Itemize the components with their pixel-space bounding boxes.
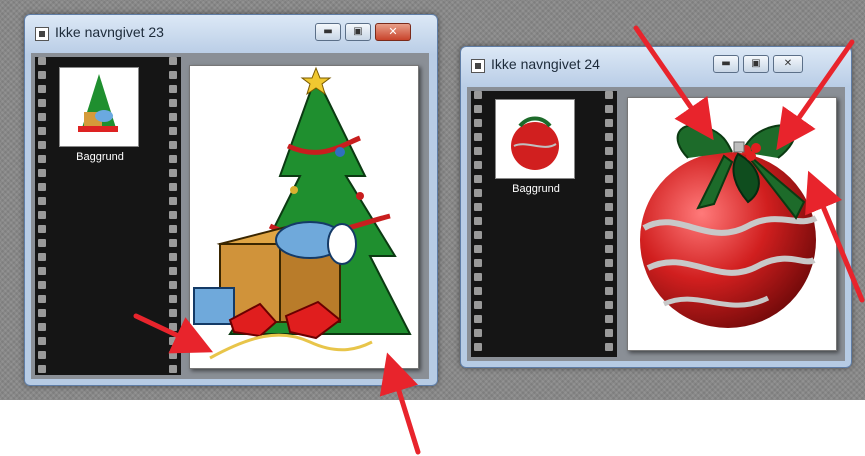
close-icon: ✕ bbox=[388, 25, 398, 38]
close-button[interactable]: ✕ bbox=[375, 23, 411, 41]
image-window-2[interactable]: Ikke navngivet 24 ▬ ▣ ✕ Baggrund bbox=[460, 46, 852, 368]
layer-name-label[interactable]: Baggrund bbox=[55, 151, 145, 163]
christmas-tree-thumbnail bbox=[78, 74, 118, 132]
ornament-thumbnail bbox=[511, 116, 559, 170]
maximize-icon: ▣ bbox=[353, 26, 363, 37]
close-icon: ✕ bbox=[783, 58, 793, 69]
film-perforations-left bbox=[473, 91, 483, 357]
image-canvas[interactable] bbox=[627, 97, 837, 351]
window-title: Ikke navngivet 23 bbox=[55, 24, 164, 40]
layer-thumbnail[interactable] bbox=[495, 99, 575, 179]
minimize-button[interactable]: ▬ bbox=[315, 23, 341, 41]
image-window-1[interactable]: Ikke navngivet 23 ▬ ▣ ✕ Baggrund bbox=[24, 14, 438, 386]
image-canvas[interactable] bbox=[189, 65, 419, 369]
layer-name-label[interactable]: Baggrund bbox=[491, 183, 581, 195]
film-perforations-left bbox=[37, 57, 47, 375]
document-icon bbox=[471, 59, 485, 73]
minimize-button[interactable]: ▬ bbox=[713, 55, 739, 73]
christmas-tree-image bbox=[193, 66, 412, 360]
close-button[interactable]: ✕ bbox=[773, 55, 803, 73]
window-client-area: Baggrund bbox=[31, 53, 429, 379]
layers-filmstrip: Baggrund bbox=[471, 91, 617, 357]
maximize-button[interactable]: ▣ bbox=[743, 55, 769, 73]
layer-thumbnail[interactable] bbox=[59, 67, 139, 147]
christmas-ornament-image bbox=[640, 124, 818, 328]
layers-filmstrip: Baggrund bbox=[35, 57, 181, 375]
title-bar[interactable]: Ikke navngivet 24 ▬ ▣ ✕ bbox=[461, 47, 851, 81]
film-perforations-right bbox=[604, 91, 614, 357]
maximize-button[interactable]: ▣ bbox=[345, 23, 371, 41]
document-icon bbox=[35, 27, 49, 41]
minimize-icon: ▬ bbox=[323, 26, 333, 37]
window-title: Ikke navngivet 24 bbox=[491, 56, 600, 72]
film-perforations-right bbox=[168, 57, 178, 375]
window-client-area: Baggrund bbox=[467, 87, 845, 361]
title-bar[interactable]: Ikke navngivet 23 ▬ ▣ ✕ bbox=[25, 15, 437, 49]
minimize-icon: ▬ bbox=[721, 58, 731, 69]
maximize-icon: ▣ bbox=[751, 58, 761, 69]
